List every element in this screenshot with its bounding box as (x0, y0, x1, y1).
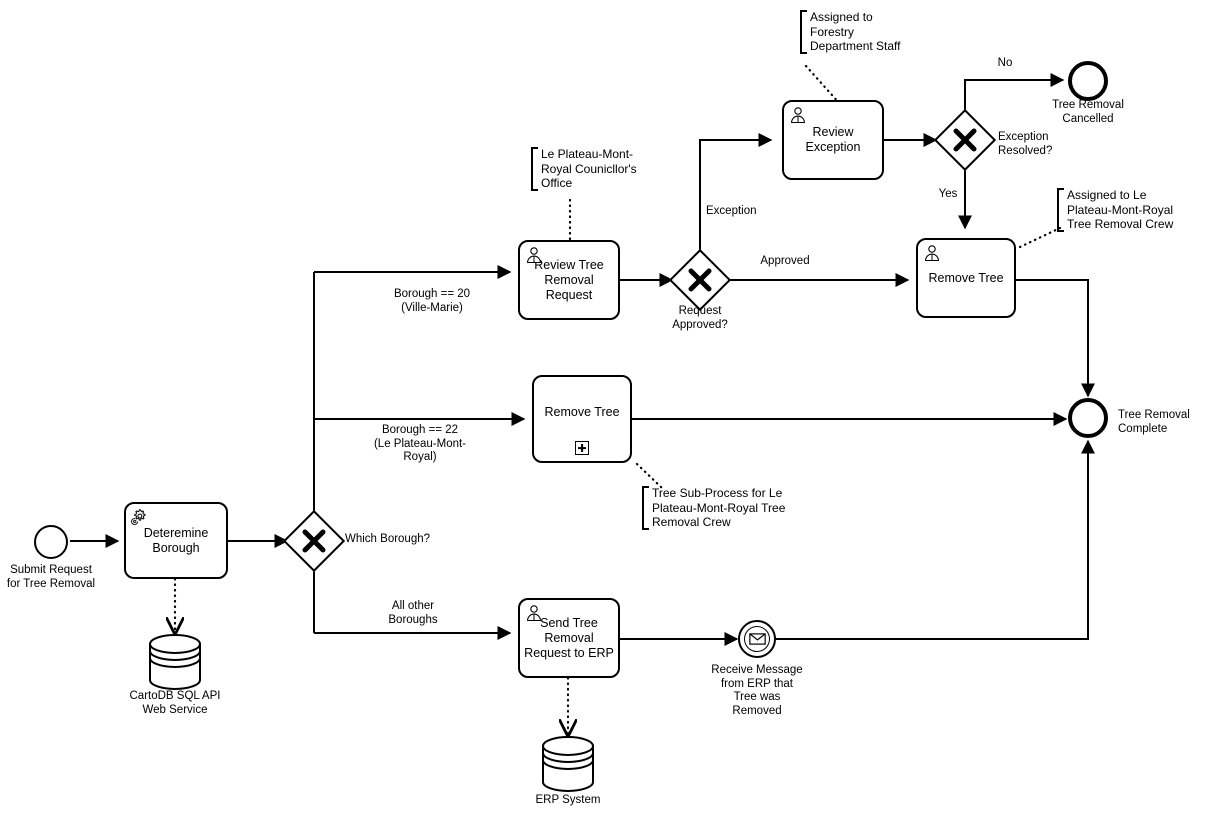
intermediate-message-event-receive[interactable] (738, 620, 776, 658)
start-event-label: Submit Request for Tree Removal (6, 564, 96, 590)
bpmn-diagram-canvas: Submit Request for Tree Removal Deteremi… (0, 0, 1207, 819)
task-review-exception-label: Review Exception (805, 125, 861, 154)
flow-label-approved: Approved (760, 255, 810, 267)
flow-label-no: No (997, 57, 1013, 69)
annotation-forestry-staff: Assigned to Forestry Department Staff (800, 10, 928, 54)
task-review-exception[interactable]: Review Exception (782, 100, 884, 180)
end-event-complete-label: Tree Removal Complete (1118, 409, 1190, 435)
envelope-icon (744, 626, 770, 652)
intermediate-message-event-label: Receive Message from ERP that Tree was R… (711, 664, 803, 717)
user-icon (789, 106, 807, 124)
plus-marker-icon[interactable] (575, 441, 589, 455)
user-icon (923, 244, 941, 262)
user-icon (525, 246, 543, 264)
end-event-tree-removal-cancelled[interactable] (1068, 61, 1108, 101)
task-send-tree-removal-request-to-erp[interactable]: Send Tree Removal Request to ERP (518, 598, 620, 678)
task-remove-tree-ville-marie-label: Remove Tree (928, 270, 1004, 285)
gateway-exception-resolved-label: Exception Resolved? (998, 131, 1053, 157)
gateway-which-borough-label: Which Borough? (345, 533, 431, 545)
task-send-to-erp-label: Send Tree Removal Request to ERP (524, 615, 614, 660)
datastore-erp-label: ERP System (535, 794, 601, 806)
task-determine-borough[interactable]: Deteremine Borough (124, 502, 228, 579)
subprocess-remove-tree-label: Remove Tree (544, 404, 620, 419)
task-remove-tree-ville-marie[interactable]: Remove Tree (916, 238, 1016, 318)
annotation-removal-crew: Assigned to Le Plateau-Mont-Royal Tree R… (1057, 188, 1195, 232)
annotation-councillor-office: Le Plateau-Mont- Royal Counicllor's Offi… (531, 147, 645, 191)
datastore-cartodb-label: CartoDB SQL API Web Service (129, 690, 221, 716)
gear-icon (131, 508, 149, 526)
flow-label-yes: Yes (938, 188, 958, 200)
user-icon (525, 604, 543, 622)
flow-message-to-complete (775, 439, 1095, 640)
task-determine-borough-label: Deteremine Borough (143, 525, 209, 555)
task-review-tree-removal-request-label: Review Tree Removal Request (534, 257, 604, 302)
end-event-tree-removal-complete[interactable] (1068, 398, 1108, 438)
start-event-submit-request[interactable] (34, 525, 68, 559)
assoc-crew-note (1018, 226, 1062, 249)
end-event-cancelled-label: Tree Removal Cancelled (1052, 99, 1124, 125)
flow-label-exception: Exception (706, 205, 757, 217)
flow-label-borough-20: Borough == 20 (Ville-Marie) (393, 288, 471, 314)
flow-label-all-other: All other Boroughs (388, 600, 438, 626)
datastore-cartodb[interactable] (147, 634, 203, 690)
subprocess-remove-tree[interactable]: Remove Tree (532, 375, 632, 463)
flow-removetree-to-complete (1016, 279, 1095, 398)
annotation-subprocess: Tree Sub-Process for Le Plateau-Mont-Roy… (642, 486, 800, 530)
flow-exception (699, 133, 773, 258)
gateway-request-approved-label: Request Approved? (672, 305, 728, 331)
task-review-tree-removal-request[interactable]: Review Tree Removal Request (518, 240, 620, 320)
datastore-erp-system[interactable] (540, 736, 596, 792)
assoc-forestry-note (804, 64, 842, 106)
flow-label-borough-22: Borough == 22 (Le Plateau-Mont- Royal) (373, 424, 467, 463)
